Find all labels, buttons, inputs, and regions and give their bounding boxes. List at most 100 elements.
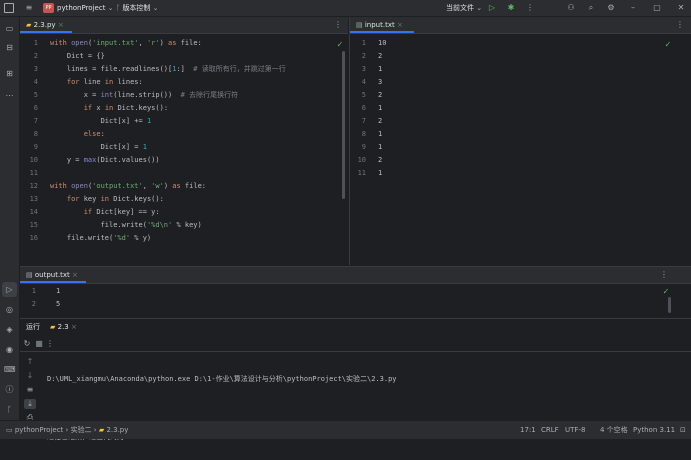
text-area[interactable]: 10 2 1 3 2 1 2 1 1 2 1 — [378, 37, 386, 180]
tab-2-3-py[interactable]: ▰ 2.3.py × — [20, 17, 72, 33]
right-editor-pane: ▤ input.txt × ⋮ 1 2 3 4 5 6 7 8 9 10 11 10 2 1 3 2 1 2 1 1… — [349, 17, 691, 265]
code-token: int — [100, 91, 114, 99]
debug-icon[interactable]: ✱ — [506, 3, 516, 13]
tab-output-txt[interactable]: ▤ output.txt × — [20, 267, 86, 283]
minimize-icon[interactable]: – — [628, 3, 638, 13]
project-name-menu[interactable]: pythonProject ⌄ — [57, 0, 114, 16]
editor-scrollbar[interactable] — [668, 297, 671, 313]
arrow-up-icon[interactable]: ↑ — [25, 357, 35, 367]
line-number-gutter: 12 — [20, 285, 36, 311]
tab-file-name: input.txt — [364, 21, 395, 29]
code-line: lines = file.readlines()[1:] # 读取所有行，并跳过… — [50, 63, 286, 76]
text-line: 1 — [378, 169, 383, 177]
vcs-menu[interactable]: ᚴ 版本控制 ⌄ — [116, 0, 159, 16]
main-menu-icon[interactable]: ≡ — [24, 3, 34, 13]
code-area[interactable]: with open('input.txt', 'r') as file: Dic… — [50, 37, 286, 245]
more-vertical-icon[interactable]: ⋮ — [46, 339, 54, 349]
more-horizontal-icon[interactable]: ⋯ — [4, 91, 15, 101]
tab-input-txt[interactable]: ▤ input.txt × — [350, 17, 414, 33]
line-number: 1 — [31, 287, 36, 295]
line-number: 15 — [29, 221, 38, 229]
run-icon[interactable]: ▷ — [487, 3, 497, 13]
more-vertical-icon[interactable]: ⋮ — [334, 20, 342, 30]
run-tab-2-3[interactable]: ▰ 2.3 × — [50, 319, 77, 335]
editor-scrollbar[interactable] — [342, 51, 345, 199]
code-token: file: — [184, 182, 206, 190]
breadcrumb-item[interactable]: 2.3.py — [106, 426, 128, 434]
lock-icon[interactable]: ⊡ — [680, 421, 686, 439]
indent-setting[interactable]: 4 个空格 — [600, 421, 628, 439]
project-badge[interactable]: PP — [43, 3, 54, 13]
close-tab-icon[interactable]: × — [58, 21, 64, 29]
file-encoding[interactable]: UTF-8 — [565, 421, 585, 439]
chevron-down-icon: ⌄ — [107, 4, 114, 12]
bottom-editor-tabbar: ▤ output.txt × ⋮ — [20, 267, 691, 284]
problems-icon[interactable]: ⓘ — [4, 385, 15, 395]
line-number-gutter: 1 2 3 4 5 6 7 8 9 10 11 — [350, 37, 366, 180]
settings-icon[interactable]: ⚙ — [606, 3, 616, 13]
code-token: 'output.txt' — [92, 182, 143, 190]
line-number: 4 — [33, 78, 38, 86]
line-number: 3 — [33, 65, 38, 73]
code-token: 'w' — [151, 182, 164, 190]
branch-icon: ᚴ — [116, 4, 121, 12]
left-editor-tabbar: ▰ 2.3.py × ⋮ — [20, 17, 348, 34]
maximize-icon[interactable]: ▢ — [652, 3, 662, 13]
code-token: with — [50, 39, 72, 47]
scroll-to-end-icon[interactable]: ⤓ — [24, 399, 36, 409]
console-output[interactable]: D:\UML_xiangmu\Anaconda\python.exe D:\1-… — [47, 357, 687, 460]
text-line: 1 — [56, 287, 61, 295]
breadcrumb-item[interactable]: 实验二 — [71, 426, 92, 434]
more-vertical-icon[interactable]: ⋮ — [676, 20, 684, 30]
line-number: 5 — [33, 91, 38, 99]
close-tab-icon[interactable]: × — [71, 323, 77, 331]
search-icon[interactable]: ⌕ — [586, 3, 596, 13]
python-packages-icon[interactable]: ◎ — [4, 305, 15, 315]
layers-icon[interactable]: ◈ — [4, 325, 15, 335]
code-token: :] — [176, 65, 194, 73]
code-token: file: — [180, 39, 202, 47]
more-vertical-icon[interactable]: ⋮ — [660, 270, 668, 280]
bottom-editor-pane: ▤ output.txt × ⋮ 12 15 ✓ — [20, 266, 691, 317]
line-number: 2 — [361, 52, 366, 60]
services-icon[interactable]: ◉ — [4, 345, 15, 355]
window-icon[interactable] — [4, 3, 14, 13]
right-editor-tabbar: ▤ input.txt × ⋮ — [350, 17, 691, 34]
close-tab-icon[interactable]: × — [397, 21, 403, 29]
more-vertical-icon[interactable]: ⋮ — [526, 3, 534, 13]
project-folder-icon[interactable]: ▭ — [4, 24, 15, 34]
structure-icon[interactable]: ⊞ — [4, 69, 15, 79]
commit-icon[interactable]: ⊟ — [4, 43, 15, 53]
code-token: lines = file.readlines()[ — [50, 65, 173, 73]
python-interpreter[interactable]: Python 3.11 — [633, 421, 675, 439]
soft-wrap-icon[interactable]: ≡ — [25, 385, 35, 395]
code-line: Dict[x] += 1 — [50, 115, 286, 128]
left-tool-strip: ▭ ⊟ ⊞ ⋯ ▷ ◎ ◈ ◉ ⌨ ⓘ ᚴ — [0, 17, 20, 420]
code-line: x = int(line.strip()) # 去除行尾换行符 — [50, 89, 286, 102]
text-area[interactable]: 15 — [56, 285, 60, 311]
line-separator[interactable]: CRLF — [541, 421, 559, 439]
run-tool-icon[interactable]: ▷ — [2, 282, 17, 297]
close-icon[interactable]: ✕ — [676, 3, 686, 13]
code-token: '%d\n' — [146, 221, 173, 229]
line-number: 8 — [33, 130, 38, 138]
text-line: 5 — [56, 300, 61, 308]
close-tab-icon[interactable]: × — [72, 271, 78, 279]
add-user-icon[interactable]: ⚇ — [566, 3, 576, 13]
code-line: else: — [50, 128, 286, 141]
caret-position[interactable]: 17:1 — [520, 421, 536, 439]
terminal-icon[interactable]: ⌨ — [4, 365, 16, 375]
breadcrumb-item[interactable]: pythonProject — [15, 426, 63, 434]
title-bar: ≡ PP pythonProject ⌄ ᚴ 版本控制 ⌄ 当前文件 ⌄ ▷ ✱… — [0, 0, 691, 17]
run-config-select[interactable]: 当前文件 ⌄ — [446, 0, 482, 16]
python-file-icon: ▰ — [26, 21, 32, 29]
rerun-icon[interactable]: ↻ — [22, 339, 32, 349]
arrow-down-icon[interactable]: ↓ — [25, 371, 35, 381]
stop-icon[interactable]: ■ — [34, 339, 44, 349]
code-token: else — [83, 130, 101, 138]
git-icon[interactable]: ᚴ — [4, 405, 15, 415]
